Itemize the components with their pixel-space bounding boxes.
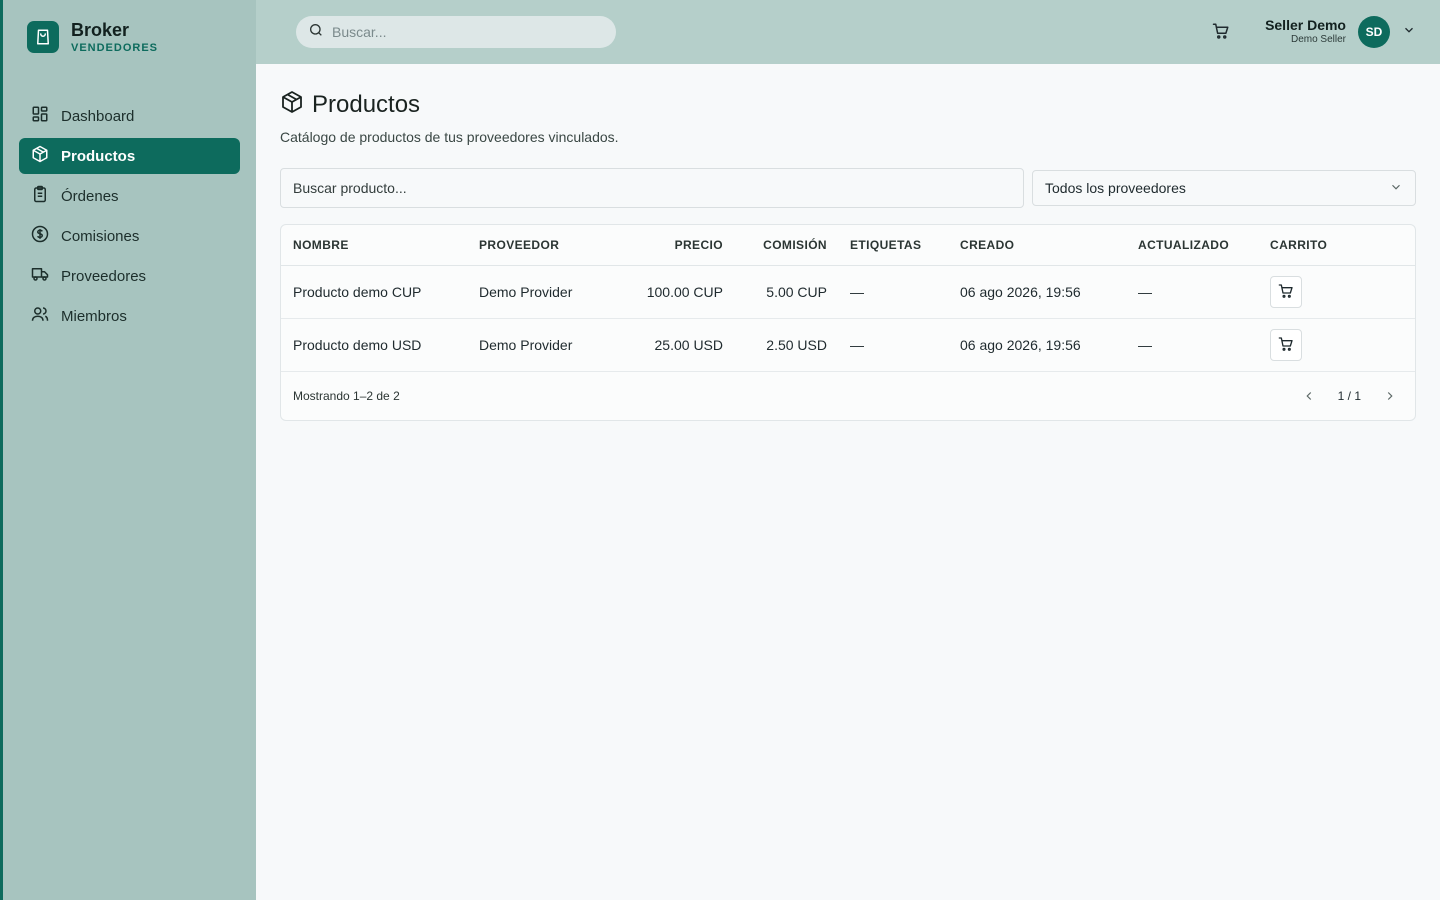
global-search[interactable] [296, 16, 616, 48]
cell-created: 06 ago 2026, 19:56 [960, 337, 1081, 353]
dollar-circle-icon [31, 225, 49, 247]
cell-price: 100.00 CUP [646, 284, 723, 300]
cart-icon [1278, 336, 1294, 355]
sidebar-item-comisiones[interactable]: Comisiones [19, 218, 240, 254]
topbar: Seller Demo Demo Seller SD [256, 0, 1440, 64]
header-commission[interactable]: COMISIÓN [741, 225, 827, 265]
pagination: 1 / 1 [1302, 372, 1397, 420]
users-icon [31, 305, 49, 327]
table-row: Producto demo CUP Demo Provider 100.00 C… [281, 266, 1415, 319]
sidebar-item-label: Proveedores [61, 267, 147, 285]
package-icon [280, 90, 304, 119]
sidebar-item-label: Productos [61, 147, 136, 165]
chevron-right-icon[interactable] [1383, 389, 1397, 403]
provider-select-value: Todos los proveedores [1045, 180, 1186, 196]
products-table: NOMBRE PROVEEDOR PRECIO COMISIÓN ETIQUET… [280, 224, 1416, 421]
chevron-left-icon[interactable] [1302, 389, 1316, 403]
cell-price: 25.00 USD [654, 337, 723, 353]
global-search-input[interactable] [332, 24, 602, 40]
header-created[interactable]: CREADO [960, 225, 1130, 265]
cell-name: Producto demo USD [293, 337, 422, 353]
sidebar-item-dashboard[interactable]: Dashboard [19, 98, 240, 134]
sidebar-item-label: Dashboard [61, 107, 135, 125]
clipboard-icon [31, 185, 49, 207]
cart-icon[interactable] [1212, 22, 1232, 42]
brand[interactable]: Broker VENDEDORES [27, 20, 158, 54]
shopping-bag-icon [27, 21, 59, 53]
cell-created: 06 ago 2026, 19:56 [960, 284, 1081, 300]
truck-icon [31, 265, 49, 287]
sidebar-item-miembros[interactable]: Miembros [19, 298, 240, 334]
sidebar-nav: Dashboard Productos Órdenes Comisiones P… [19, 98, 240, 338]
chevron-down-icon[interactable] [1402, 23, 1416, 42]
cell-commission: 2.50 USD [766, 337, 827, 353]
dashboard-icon [31, 105, 49, 127]
add-to-cart-button[interactable] [1270, 276, 1302, 308]
chevron-down-icon [1389, 180, 1403, 197]
brand-name: Broker [71, 20, 130, 40]
cell-updated: — [1138, 337, 1152, 353]
user-role: Demo Seller [1290, 34, 1346, 45]
cell-tags: — [850, 284, 864, 300]
cell-cart [1270, 266, 1370, 318]
user-menu[interactable]: Seller Demo Demo Seller SD [1265, 16, 1416, 48]
sidebar-item-productos[interactable]: Productos [19, 138, 240, 174]
cell-provider: Demo Provider [479, 284, 573, 300]
cell-provider: Demo Provider [479, 337, 573, 353]
header-name[interactable]: NOMBRE [293, 225, 473, 265]
header-updated[interactable]: ACTUALIZADO [1138, 225, 1258, 265]
table-footer: Mostrando 1–2 de 2 1 / 1 [281, 372, 1415, 420]
header-provider[interactable]: PROVEEDOR [479, 225, 619, 265]
cell-tags: — [850, 337, 864, 353]
package-icon [31, 145, 49, 167]
cart-icon [1278, 283, 1294, 302]
sidebar-item-label: Comisiones [61, 227, 140, 245]
sidebar-item-ordenes[interactable]: Órdenes [19, 178, 240, 214]
sidebar-item-proveedores[interactable]: Proveedores [19, 258, 240, 294]
table-header: NOMBRE PROVEEDOR PRECIO COMISIÓN ETIQUET… [281, 225, 1415, 266]
pagination-summary: Mostrando 1–2 de 2 [293, 389, 400, 403]
table-row: Producto demo USD Demo Provider 25.00 US… [281, 319, 1415, 372]
user-name: Seller Demo [1265, 17, 1346, 33]
cell-commission: 5.00 CUP [766, 284, 827, 300]
sidebar-item-label: Órdenes [61, 187, 119, 205]
header-tags: ETIQUETAS [850, 238, 922, 252]
product-search-input[interactable] [280, 168, 1024, 208]
page-indicator: 1 / 1 [1337, 389, 1361, 403]
search-icon [308, 22, 324, 43]
provider-select[interactable]: Todos los proveedores [1032, 170, 1416, 206]
cell-updated: — [1138, 284, 1152, 300]
header-price[interactable]: PRECIO [621, 225, 723, 265]
sidebar-item-label: Miembros [61, 307, 127, 325]
page-header: Productos Catálogo de productos de tus p… [280, 90, 619, 146]
avatar[interactable]: SD [1358, 16, 1390, 48]
brand-subtitle: VENDEDORES [71, 42, 159, 54]
header-cart: CARRITO [1270, 238, 1328, 252]
page-title: Productos [312, 90, 421, 118]
add-to-cart-button[interactable] [1270, 329, 1302, 361]
cell-cart [1270, 319, 1370, 371]
page-description: Catálogo de productos de tus proveedores… [280, 129, 619, 145]
cell-name: Producto demo CUP [293, 284, 422, 300]
sidebar: Broker VENDEDORES Dashboard Productos Ór… [0, 0, 256, 900]
